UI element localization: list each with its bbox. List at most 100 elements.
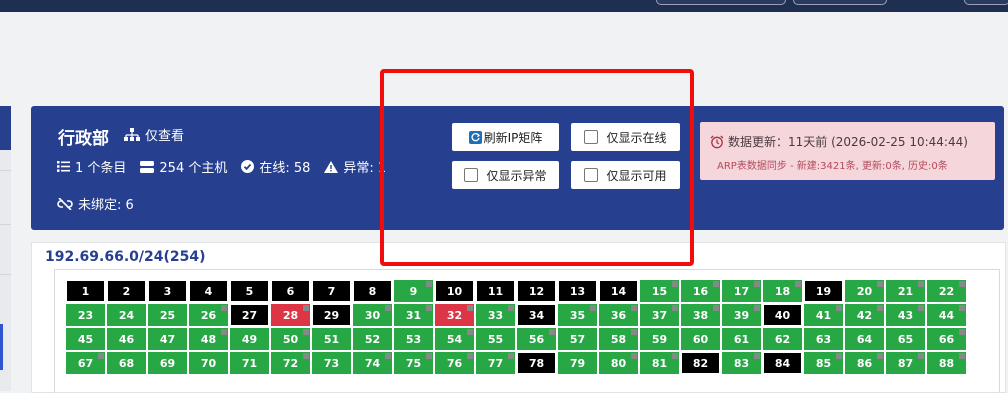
ip-cell[interactable]: 84 [763,352,802,374]
checkbox-icon[interactable] [464,168,479,182]
ip-cell[interactable]: 43 [886,304,925,326]
ip-cell[interactable]: 16 [681,280,720,302]
top-button[interactable] [964,0,1008,5]
ip-cell[interactable]: 61 [722,328,761,350]
checkbox-icon[interactable] [584,168,599,182]
ip-cell[interactable]: 85 [804,352,843,374]
ip-cell[interactable]: 11 [476,280,515,302]
stat-entries-label: 1 个条目 [75,161,127,176]
ip-cell[interactable]: 65 [886,328,925,350]
ip-cell[interactable]: 83 [722,352,761,374]
ip-cell[interactable]: 13 [558,280,597,302]
ip-cell[interactable]: 2 [107,280,146,302]
ip-cell[interactable]: 8 [353,280,392,302]
ip-cell[interactable]: 59 [640,328,679,350]
ip-cell[interactable]: 69 [148,352,187,374]
ip-cell[interactable]: 45 [66,328,105,350]
ip-cell[interactable]: 77 [476,352,515,374]
ip-cell[interactable]: 7 [312,280,351,302]
ip-cell[interactable]: 50 [271,328,310,350]
ip-cell[interactable]: 30 [353,304,392,326]
ip-cell[interactable]: 18 [763,280,802,302]
ip-cell[interactable]: 72 [271,352,310,374]
ip-cell[interactable]: 22 [927,280,966,302]
checkbox-icon[interactable] [584,130,599,144]
ip-cell[interactable]: 70 [189,352,228,374]
ip-cell[interactable]: 36 [599,304,638,326]
ip-cell[interactable]: 67 [66,352,105,374]
top-button[interactable] [793,0,887,5]
only-available-checkbox[interactable]: 仅显示可用 [571,161,680,189]
ip-cell[interactable]: 51 [312,328,351,350]
ip-cell[interactable]: 71 [230,352,269,374]
ip-cell[interactable]: 28 [271,304,310,326]
ip-cell[interactable]: 49 [230,328,269,350]
ip-cell[interactable]: 1 [66,280,105,302]
ip-cell[interactable]: 10 [435,280,474,302]
ip-cell[interactable]: 21 [886,280,925,302]
ip-cell[interactable]: 12 [517,280,556,302]
ip-cell[interactable]: 42 [845,304,884,326]
ip-cell[interactable]: 76 [435,352,474,374]
ip-cell[interactable]: 40 [763,304,802,326]
ip-cell[interactable]: 58 [599,328,638,350]
ip-cell[interactable]: 17 [722,280,761,302]
only-online-checkbox[interactable]: 仅显示在线 [571,123,680,151]
ip-cell[interactable]: 52 [353,328,392,350]
ip-cell[interactable]: 63 [804,328,843,350]
ip-cell[interactable]: 60 [681,328,720,350]
ip-cell[interactable]: 20 [845,280,884,302]
ip-cell[interactable]: 31 [394,304,433,326]
ip-cell[interactable]: 68 [107,352,146,374]
ip-cell[interactable]: 9 [394,280,433,302]
ip-cell[interactable]: 25 [148,304,187,326]
ip-cell[interactable]: 80 [599,352,638,374]
ip-cell[interactable]: 56 [517,328,556,350]
ip-cell[interactable]: 15 [640,280,679,302]
ip-cell[interactable]: 39 [722,304,761,326]
ip-cell[interactable]: 44 [927,304,966,326]
ip-cell[interactable]: 47 [148,328,187,350]
ip-cell[interactable]: 41 [804,304,843,326]
ip-cell[interactable]: 62 [763,328,802,350]
ip-cell[interactable]: 27 [230,304,269,326]
ip-cell[interactable]: 75 [394,352,433,374]
refresh-ip-matrix-button[interactable]: 刷新IP矩阵 [452,123,559,151]
ip-cell[interactable]: 64 [845,328,884,350]
ip-cell[interactable]: 55 [476,328,515,350]
ip-cell[interactable]: 46 [107,328,146,350]
ip-cell[interactable]: 38 [681,304,720,326]
ip-cell[interactable]: 73 [312,352,351,374]
ip-cell[interactable]: 19 [804,280,843,302]
ip-cell[interactable]: 57 [558,328,597,350]
sidebar-active-item[interactable] [0,324,3,370]
ip-cell[interactable]: 74 [353,352,392,374]
ip-cell[interactable]: 54 [435,328,474,350]
ip-cell[interactable]: 78 [517,352,556,374]
ip-cell[interactable]: 6 [271,280,310,302]
ip-cell[interactable]: 29 [312,304,351,326]
top-button[interactable] [656,0,786,5]
ip-cell[interactable]: 33 [476,304,515,326]
ip-cell[interactable]: 82 [681,352,720,374]
ip-cell[interactable]: 35 [558,304,597,326]
ip-cell[interactable]: 48 [189,328,228,350]
ip-cell[interactable]: 26 [189,304,228,326]
ip-cell[interactable]: 88 [927,352,966,374]
ip-cell[interactable]: 3 [148,280,187,302]
ip-cell[interactable]: 81 [640,352,679,374]
ip-cell[interactable]: 23 [66,304,105,326]
ip-cell[interactable]: 32 [435,304,474,326]
ip-cell[interactable]: 4 [189,280,228,302]
ip-cell[interactable]: 66 [927,328,966,350]
ip-cell[interactable]: 14 [599,280,638,302]
ip-cell[interactable]: 34 [517,304,556,326]
ip-cell[interactable]: 53 [394,328,433,350]
ip-cell[interactable]: 37 [640,304,679,326]
ip-cell[interactable]: 87 [886,352,925,374]
ip-cell[interactable]: 5 [230,280,269,302]
only-abnormal-checkbox[interactable]: 仅显示异常 [452,161,559,189]
ip-cell[interactable]: 86 [845,352,884,374]
ip-cell[interactable]: 79 [558,352,597,374]
ip-cell[interactable]: 24 [107,304,146,326]
